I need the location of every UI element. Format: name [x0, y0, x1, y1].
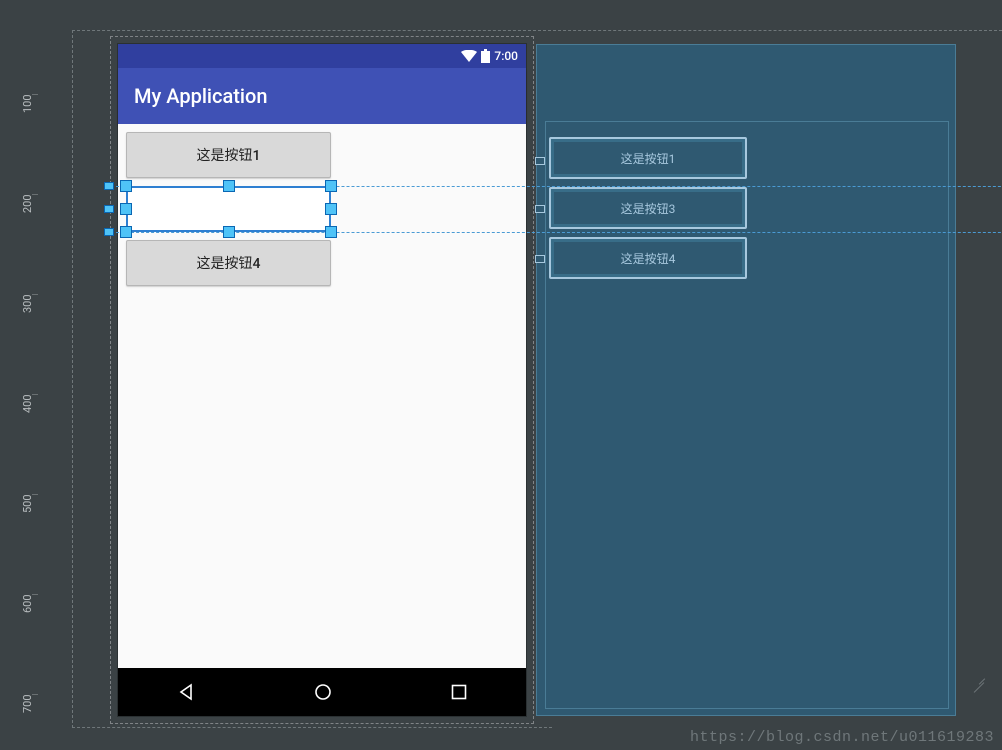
device-outline-left-dash: [72, 30, 73, 728]
app-title: My Application: [134, 84, 267, 108]
ruler-tick-label: 600: [22, 594, 35, 613]
battery-icon: [481, 49, 490, 63]
button-4[interactable]: 这是按钮4: [126, 240, 331, 286]
device-outline-bottom-dash: [72, 727, 552, 728]
ruler-vertical: 100 200 300 400 500 600 700: [0, 0, 36, 750]
blueprint-button-3[interactable]: 这是按钮3: [549, 187, 747, 229]
blueprint-anchor-3[interactable]: [535, 255, 545, 263]
blueprint-button-1-label: 这是按钮1: [621, 150, 676, 167]
android-nav-bar: [118, 668, 526, 716]
device-outline-top-dash: [72, 30, 1002, 31]
device-frame: 7:00 My Application 这是按钮1: [118, 44, 526, 716]
watermark-text: https://blog.csdn.net/u011619283: [690, 729, 994, 746]
app-bar: My Application: [118, 68, 526, 124]
blueprint-button-3-label: 这是按钮3: [621, 200, 676, 217]
nav-home-icon[interactable]: [314, 683, 332, 701]
design-preview-pane[interactable]: 7:00 My Application 这是按钮1: [118, 44, 526, 716]
ruler-tick-label: 700: [22, 694, 35, 713]
ruler-tick-label: 300: [22, 294, 35, 313]
blueprint-button-4-label: 这是按钮4: [621, 250, 676, 267]
ruler-tick-label: 200: [22, 194, 35, 213]
status-time: 7:00: [494, 49, 518, 63]
button-4-label: 这是按钮4: [197, 253, 261, 273]
button-1[interactable]: 这是按钮1: [126, 132, 331, 178]
wifi-icon: [461, 50, 477, 62]
blueprint-anchor-1[interactable]: [535, 157, 545, 165]
button-3-selected[interactable]: [126, 186, 331, 232]
nav-recent-icon[interactable]: [451, 684, 467, 700]
button-1-label: 这是按钮1: [197, 145, 261, 165]
ruler-tick-label: 400: [22, 394, 35, 413]
app-content-area[interactable]: 这是按钮1 这是按钮4: [118, 124, 526, 668]
blueprint-button-1[interactable]: 这是按钮1: [549, 137, 747, 179]
android-status-bar: 7:00: [118, 44, 526, 68]
ruler-tick-label: 500: [22, 494, 35, 513]
blueprint-pane[interactable]: 这是按钮1 这是按钮3 这是按钮4: [536, 44, 956, 716]
ruler-tick-label: 100: [22, 94, 35, 113]
constraint-anchor-left-mid[interactable]: [104, 205, 114, 213]
blueprint-button-4[interactable]: 这是按钮4: [549, 237, 747, 279]
alignment-guide-bottom: [106, 232, 1002, 233]
nav-back-icon[interactable]: [177, 683, 195, 701]
blueprint-anchor-2[interactable]: [535, 205, 545, 213]
canvas-resize-grip[interactable]: [968, 670, 986, 688]
